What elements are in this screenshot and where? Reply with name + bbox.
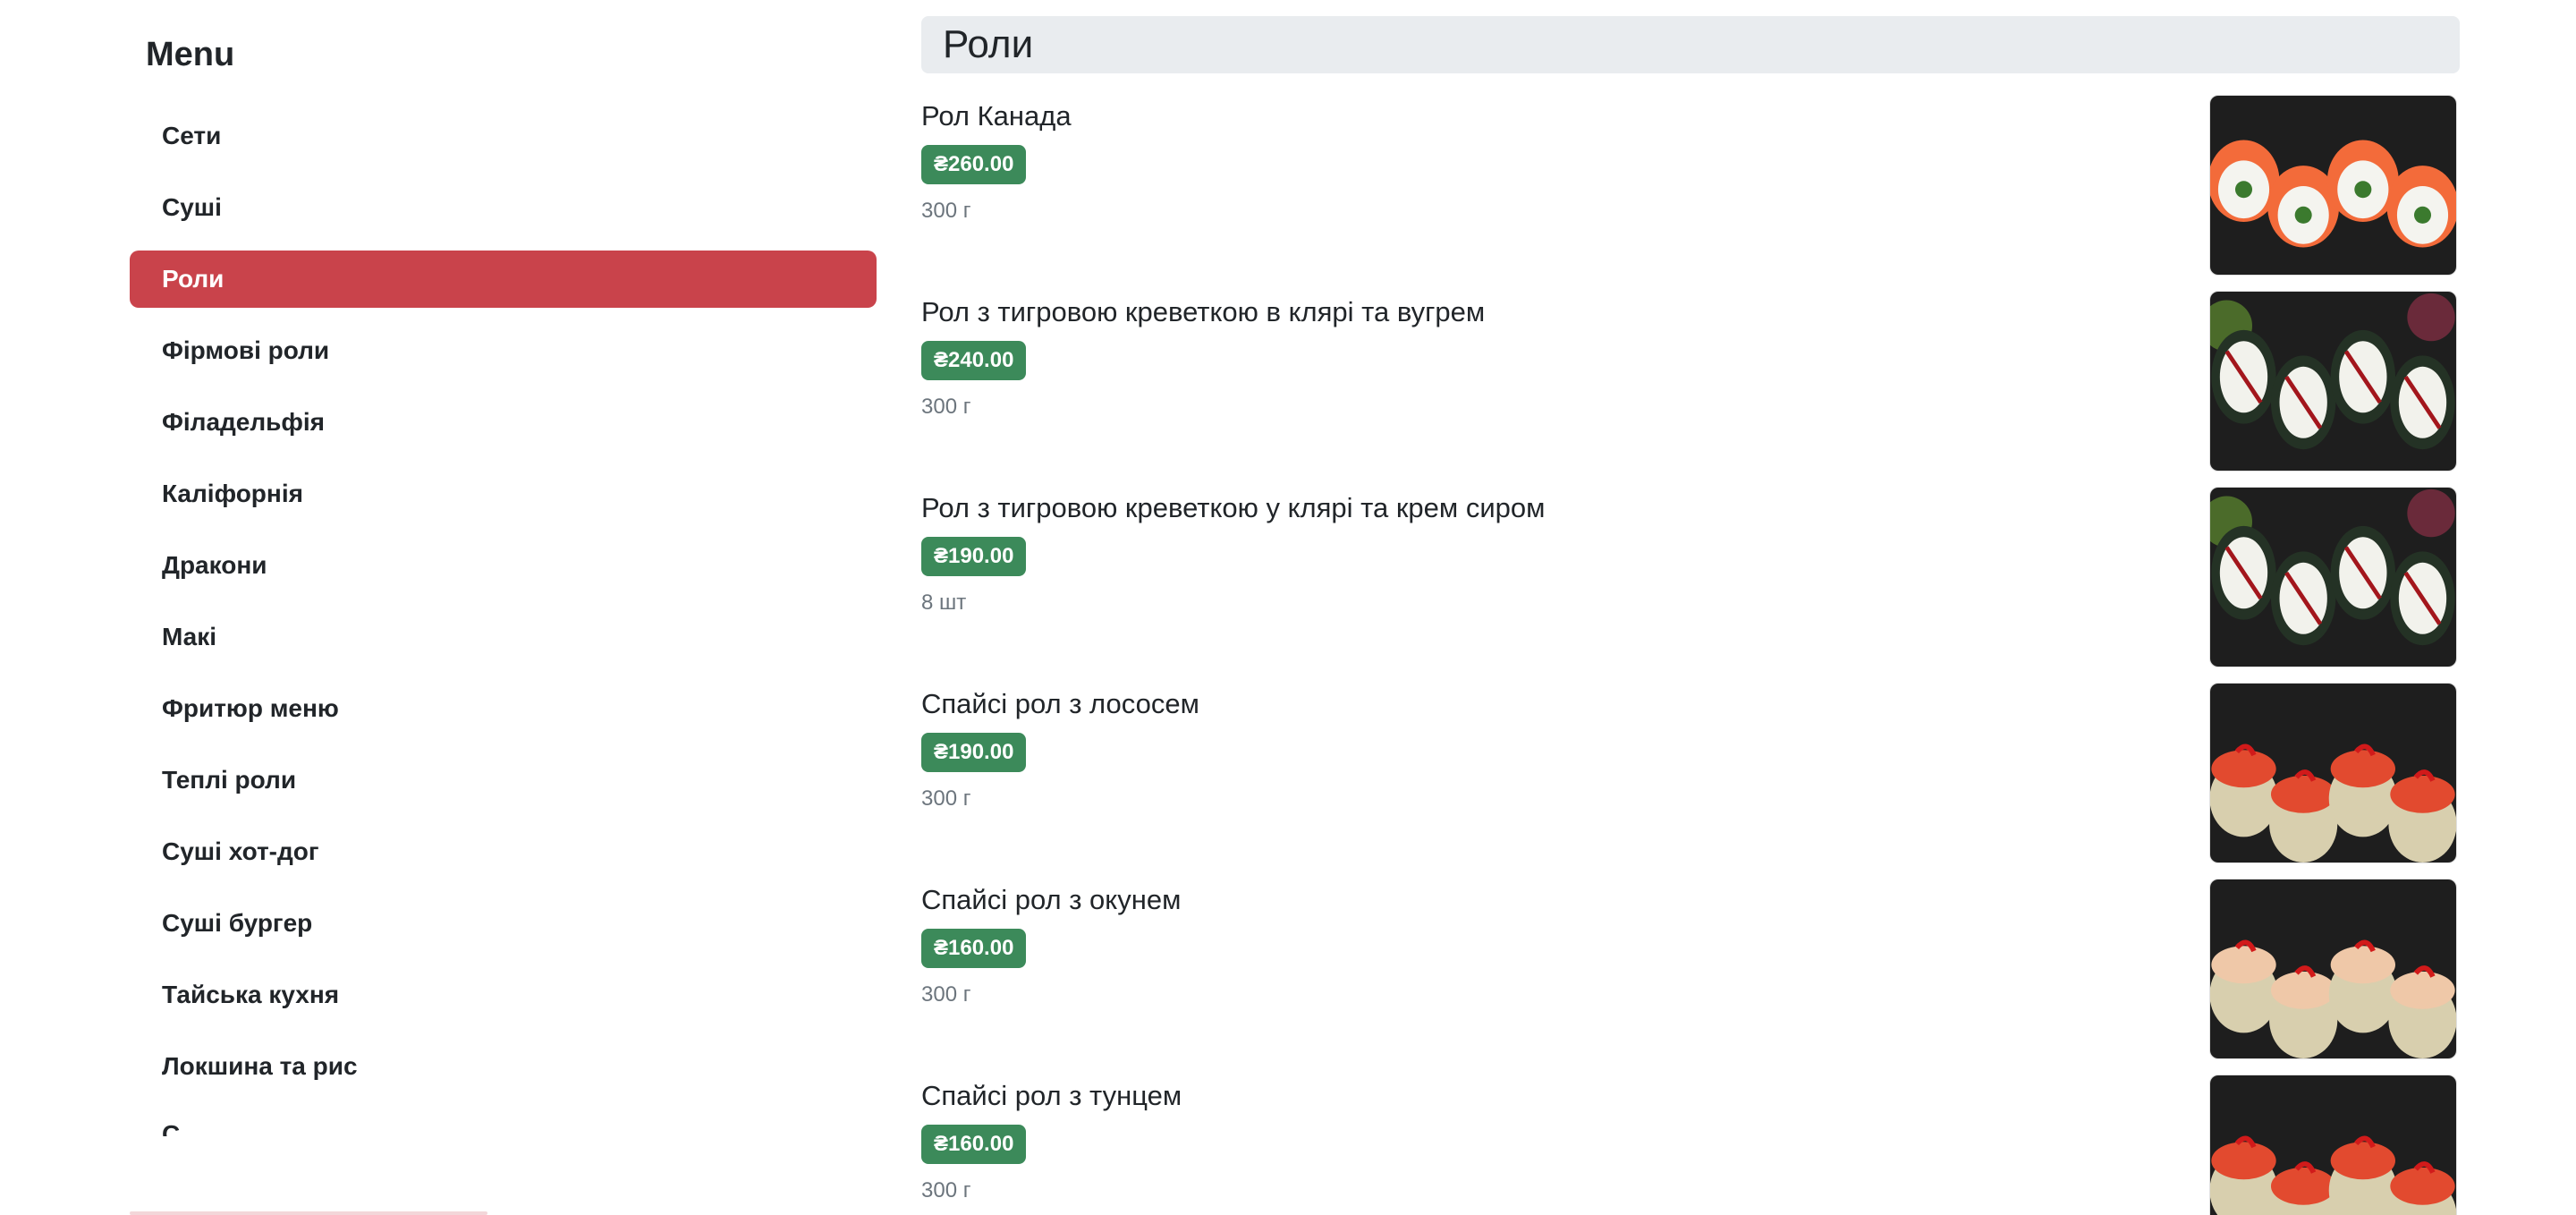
section-title: Роли	[943, 22, 1034, 66]
product-name[interactable]: Спайсі рол з тунцем	[921, 1080, 1182, 1112]
product-name[interactable]: Рол Канада	[921, 100, 1072, 132]
product-section: Роли Рол Канада ₴260.00 300 г Рол з тигрово…	[921, 16, 2460, 1215]
spicy-tuna-roll-image[interactable]	[2209, 1075, 2457, 1215]
product-name[interactable]: Спайсі рол з лососем	[921, 688, 1199, 720]
spicy-salmon-roll-image[interactable]	[2209, 683, 2457, 863]
product-weight: 300 г	[921, 395, 971, 419]
product-weight: 8 шт	[921, 591, 967, 615]
sidebar-item-13[interactable]: Локшина та рис	[130, 1038, 877, 1095]
sidebar-item-8[interactable]: Фритюр меню	[130, 680, 877, 737]
product-name[interactable]: Спайсі рол з окунем	[921, 884, 1181, 916]
product-item[interactable]: Спайсі рол з лососем ₴190.00 300 г	[921, 661, 2460, 863]
sidebar-item-0[interactable]: Сети	[130, 107, 877, 165]
bottom-scroll-indicator	[130, 1211, 487, 1215]
product-weight: 300 г	[921, 1178, 971, 1202]
salmon-roll-image[interactable]	[2209, 95, 2457, 276]
price-badge: ₴190.00	[921, 733, 1027, 772]
sidebar-item-5[interactable]: Каліфорнія	[130, 465, 877, 523]
sidebar-item-11[interactable]: Суші бургер	[130, 895, 877, 952]
menu-title: Menu	[146, 36, 235, 73]
spicy-perch-roll-image[interactable]	[2209, 879, 2457, 1059]
sidebar-item-3[interactable]: Фірмові роли	[130, 322, 877, 379]
sidebar-item-partial[interactable]: С	[130, 1109, 877, 1136]
price-badge: ₴240.00	[921, 341, 1027, 380]
product-weight: 300 г	[921, 786, 971, 811]
sidebar-item-2[interactable]: Роли	[130, 251, 877, 308]
sidebar-item-4[interactable]: Філадельфія	[130, 394, 877, 451]
sidebar-item-1[interactable]: Суші	[130, 179, 877, 236]
section-header: Роли	[921, 16, 2460, 73]
price-badge: ₴160.00	[921, 1125, 1027, 1164]
category-list: Сети Суші Роли Фірмові роли Філадельфія Каліф…	[130, 107, 877, 1136]
product-item[interactable]: Спайсі рол з тунцем ₴160.00 300 г	[921, 1053, 2460, 1215]
menu-page: Menu Сети Суші Роли Фірмові роли Філадельфія…	[0, 0, 2576, 1215]
sidebar-item-9[interactable]: Теплі роли	[130, 752, 877, 809]
product-item[interactable]: Спайсі рол з окунем ₴160.00 300 г	[921, 857, 2460, 1059]
product-weight: 300 г	[921, 199, 971, 223]
price-badge: ₴190.00	[921, 537, 1027, 576]
sidebar-item-12[interactable]: Тайська кухня	[130, 966, 877, 1024]
product-weight: 300 г	[921, 982, 971, 1007]
product-list: Рол Канада ₴260.00 300 г Рол з тигровою кре…	[921, 73, 2460, 1215]
sidebar-item-10[interactable]: Суші хот-дог	[130, 823, 877, 880]
sidebar-item-7[interactable]: Макі	[130, 608, 877, 666]
price-badge: ₴260.00	[921, 145, 1027, 184]
price-badge: ₴160.00	[921, 929, 1027, 968]
category-sidebar: Menu Сети Суші Роли Фірмові роли Філадельфія…	[130, 0, 877, 1215]
shrimp-cream-cheese-roll-image[interactable]	[2209, 487, 2457, 667]
sidebar-item-6[interactable]: Дракони	[130, 537, 877, 594]
product-item[interactable]: Рол з тигровою креветкою у клярі та крем…	[921, 465, 2460, 667]
product-item[interactable]: Рол з тигровою креветкою в клярі та вугр…	[921, 269, 2460, 472]
product-name[interactable]: Рол з тигровою креветкою в клярі та вугр…	[921, 296, 1485, 328]
product-item[interactable]: Рол Канада ₴260.00 300 г	[921, 73, 2460, 276]
shrimp-eel-roll-image[interactable]	[2209, 291, 2457, 472]
product-name[interactable]: Рол з тигровою креветкою у клярі та крем…	[921, 492, 1545, 524]
